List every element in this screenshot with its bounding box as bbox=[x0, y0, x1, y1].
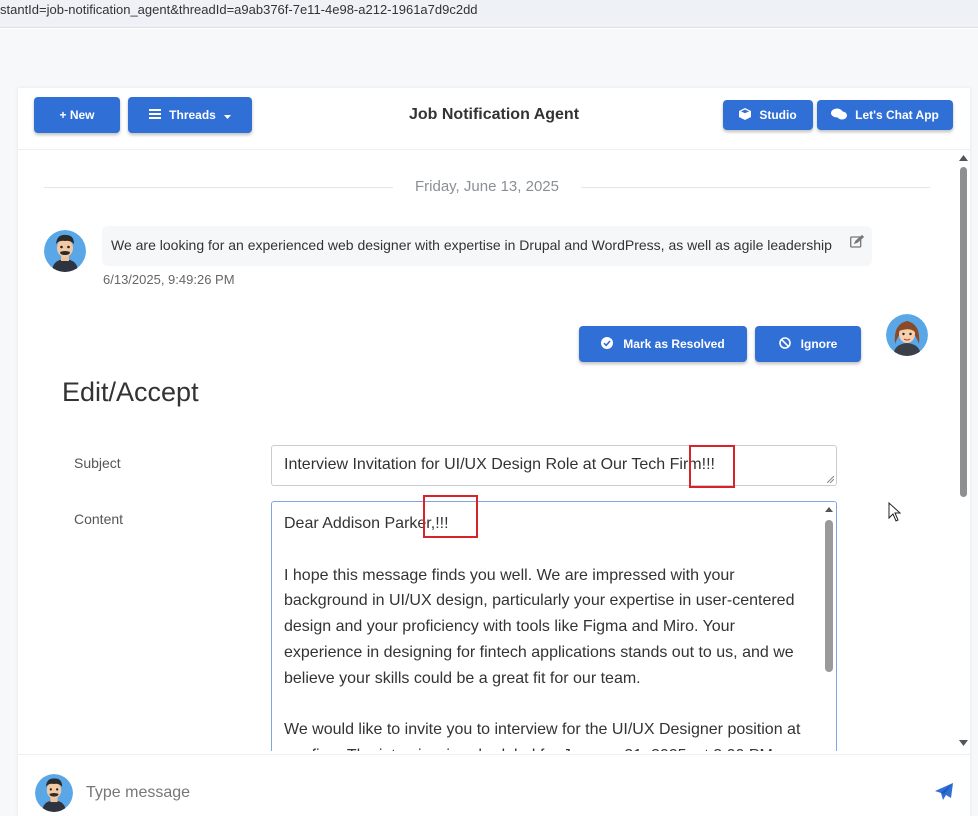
chat-app: + New Threads Job Notification Agent Stu… bbox=[18, 88, 970, 816]
scroll-down-icon[interactable] bbox=[959, 740, 968, 746]
agent-avatar bbox=[886, 314, 928, 356]
user-avatar bbox=[44, 230, 86, 272]
message-input[interactable]: Type message bbox=[86, 784, 190, 802]
chat-area[interactable]: Friday, June 13, 2025 We are looking for… bbox=[18, 151, 970, 751]
top-bar: + New Threads Job Notification Agent Stu… bbox=[18, 88, 970, 150]
scroll-up-icon[interactable] bbox=[825, 507, 833, 512]
content-value: Dear Addison Parker,!!! I hope this mess… bbox=[284, 515, 801, 751]
mark-as-resolved-label: Mark as Resolved bbox=[623, 337, 725, 351]
content-label: Content bbox=[74, 511, 124, 527]
scroll-up-icon[interactable] bbox=[959, 155, 968, 161]
content-textarea[interactable]: Dear Addison Parker,!!! I hope this mess… bbox=[271, 501, 837, 751]
check-circle-icon bbox=[601, 336, 614, 352]
url-text: stantId=job-notification_agent&threadId=… bbox=[0, 2, 478, 17]
ignore-label: Ignore bbox=[800, 337, 838, 351]
section-title: Edit/Accept bbox=[62, 377, 199, 407]
edit-icon[interactable] bbox=[850, 234, 865, 253]
chat-scrollbar[interactable] bbox=[957, 151, 970, 751]
mark-as-resolved-button[interactable]: Mark as Resolved bbox=[579, 326, 747, 362]
cube-icon bbox=[739, 107, 752, 123]
chat-app-button[interactable]: Let's Chat App bbox=[817, 100, 953, 130]
date-separator: Friday, June 13, 2025 bbox=[393, 178, 581, 195]
chat-scroll-thumb[interactable] bbox=[960, 167, 967, 497]
user-message-text: We are looking for an experienced web de… bbox=[111, 237, 832, 253]
textarea-scrollbar[interactable] bbox=[822, 502, 836, 751]
chat-app-button-label: Let's Chat App bbox=[855, 108, 939, 122]
studio-button-label: Studio bbox=[759, 108, 797, 122]
message-composer: Type message bbox=[18, 754, 970, 816]
message-timestamp: 6/13/2025, 9:49:26 PM bbox=[103, 272, 235, 287]
send-icon[interactable] bbox=[935, 783, 953, 806]
highlight-box-subject bbox=[689, 445, 735, 488]
subject-value: Interview Invitation for UI/UX Design Ro… bbox=[284, 456, 715, 473]
subject-label: Subject bbox=[74, 455, 121, 471]
ban-icon bbox=[778, 336, 791, 352]
resize-handle-icon[interactable] bbox=[827, 476, 834, 483]
mouse-cursor-icon bbox=[888, 501, 902, 527]
user-message-bubble: We are looking for an experienced web de… bbox=[102, 226, 872, 266]
ignore-button[interactable]: Ignore bbox=[755, 326, 861, 362]
studio-button[interactable]: Studio bbox=[723, 100, 813, 130]
highlight-box-content bbox=[423, 495, 478, 538]
composer-avatar bbox=[35, 774, 73, 812]
textarea-scroll-thumb[interactable] bbox=[825, 520, 833, 672]
message-input-placeholder: Type message bbox=[86, 784, 191, 801]
comments-icon bbox=[831, 108, 848, 123]
browser-url-bar[interactable]: stantId=job-notification_agent&threadId=… bbox=[0, 0, 978, 28]
subject-input[interactable]: Interview Invitation for UI/UX Design Ro… bbox=[271, 445, 837, 486]
